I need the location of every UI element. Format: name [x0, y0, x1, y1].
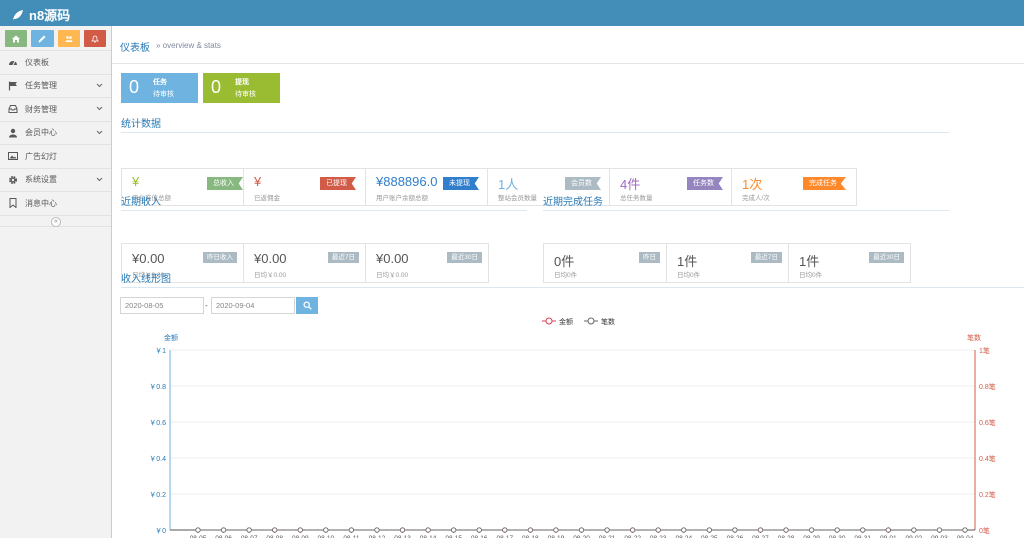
data-point	[476, 527, 482, 533]
bell-icon	[90, 35, 99, 43]
data-point	[706, 527, 712, 533]
user-icon	[8, 128, 18, 138]
data-point	[655, 527, 661, 533]
y-tick-label-left: ￥0.2	[149, 491, 166, 499]
sidebar-collapse-button[interactable]: «	[51, 216, 61, 227]
chevron-down-icon	[96, 83, 103, 87]
data-point	[885, 527, 891, 533]
data-point	[527, 527, 533, 533]
y-tick-label-left: ￥0	[155, 527, 166, 535]
sidebar-item-tasks[interactable]: 任务管理	[0, 73, 111, 98]
data-point	[399, 527, 406, 533]
data-point	[962, 527, 968, 533]
data-point	[374, 527, 380, 533]
sidebar: 仪表板 任务管理 财务管理 会员中心 广告幻灯 系统设置 消息中心 «	[0, 26, 112, 538]
leaf-icon	[13, 9, 23, 20]
data-point	[348, 527, 354, 533]
users-shortcut-button[interactable]	[57, 30, 80, 47]
y-tick-label-left: ￥0.4	[149, 455, 166, 463]
picture-icon	[8, 151, 18, 161]
chevron-down-icon	[96, 106, 103, 111]
sidebar-item-settings[interactable]: 系统设置	[0, 167, 111, 192]
data-point	[808, 527, 815, 533]
y-tick-label-left: ￥0.6	[149, 419, 166, 427]
main-content: 仪表板 » overview & stats 0 任务 待审核 0 提现 待审核…	[112, 26, 1024, 538]
sidebar-item-label: 任务管理	[25, 81, 57, 91]
home-icon	[12, 35, 21, 42]
chevron-down-icon	[96, 130, 103, 134]
data-point	[783, 527, 789, 533]
sidebar-item-label: 财务管理	[25, 104, 57, 114]
data-point	[604, 527, 610, 533]
sidebar-item-label: 仪表板	[25, 57, 49, 67]
pencil-icon	[38, 35, 46, 42]
data-point	[732, 527, 738, 533]
y-tick-label-left: ￥1	[155, 347, 166, 355]
chevron-down-icon	[96, 177, 103, 181]
y-tick-label-left: ￥0.8	[149, 383, 166, 391]
flag-icon	[8, 81, 18, 91]
inbox-icon	[8, 104, 18, 114]
data-point	[860, 527, 866, 533]
brand-name: n8源码	[29, 8, 71, 23]
bell-shortcut-button[interactable]	[83, 30, 106, 47]
data-point	[451, 527, 457, 533]
y-tick-label-right: 0.2笔	[979, 490, 996, 499]
sidebar-item-label: 会员中心	[25, 128, 57, 138]
users-icon	[65, 35, 73, 42]
data-point	[220, 527, 227, 533]
data-point	[323, 527, 329, 533]
data-point	[425, 527, 431, 533]
data-point	[834, 527, 840, 533]
y-tick-label-right: 0.6笔	[979, 418, 996, 427]
data-point	[757, 527, 764, 533]
data-point	[553, 527, 559, 533]
legend-label: 笔数	[601, 317, 615, 326]
data-point	[297, 527, 303, 533]
sidebar-collapse-bar: «	[0, 214, 111, 227]
y-tick-label-right: 0笔	[979, 526, 990, 535]
edit-shortcut-button[interactable]	[31, 30, 54, 47]
data-point	[681, 527, 687, 533]
legend-marker	[545, 317, 553, 325]
shortcut-bar	[0, 26, 111, 50]
sidebar-item-label: 广告幻灯	[25, 151, 57, 161]
data-point	[911, 527, 917, 533]
data-point	[936, 527, 943, 533]
data-point	[578, 527, 585, 533]
y-axis-title-left: 金额	[164, 333, 178, 342]
data-point	[272, 527, 278, 533]
data-point	[195, 527, 201, 533]
legend-marker	[587, 317, 595, 325]
legend-label: 金额	[559, 317, 573, 326]
brand[interactable]: n8源码	[12, 5, 70, 24]
sidebar-item-label: 系统设置	[25, 175, 57, 185]
dashboard-icon	[8, 57, 18, 67]
y-axis-title-right: 笔数	[967, 333, 981, 342]
y-tick-label-right: 0.8笔	[979, 382, 996, 391]
sidebar-item-messages[interactable]: 消息中心	[0, 191, 111, 215]
income-line-chart: 金额 笔数金额 笔数￥0 0笔￥0.2 0.2笔￥0.4 0.4笔￥0.6 0.6笔￥0.8…	[149, 317, 996, 538]
y-tick-label-right: 1笔	[979, 346, 990, 355]
sidebar-item-label: 消息中心	[25, 198, 57, 208]
top-navbar: n8源码	[0, 0, 1024, 26]
bookmark-icon	[8, 198, 18, 209]
sidebar-item-finance[interactable]: 财务管理	[0, 97, 111, 121]
sidebar-item-dashboard[interactable]: 仪表板	[0, 50, 111, 74]
gear-icon	[8, 175, 18, 185]
sidebar-item-members[interactable]: 会员中心	[0, 120, 111, 145]
y-tick-label-right: 0.4笔	[979, 454, 996, 463]
home-shortcut-button[interactable]	[5, 30, 28, 47]
sidebar-item-slides[interactable]: 广告幻灯	[0, 144, 111, 168]
data-point	[630, 527, 636, 533]
data-point	[246, 527, 252, 533]
data-point	[502, 527, 508, 533]
